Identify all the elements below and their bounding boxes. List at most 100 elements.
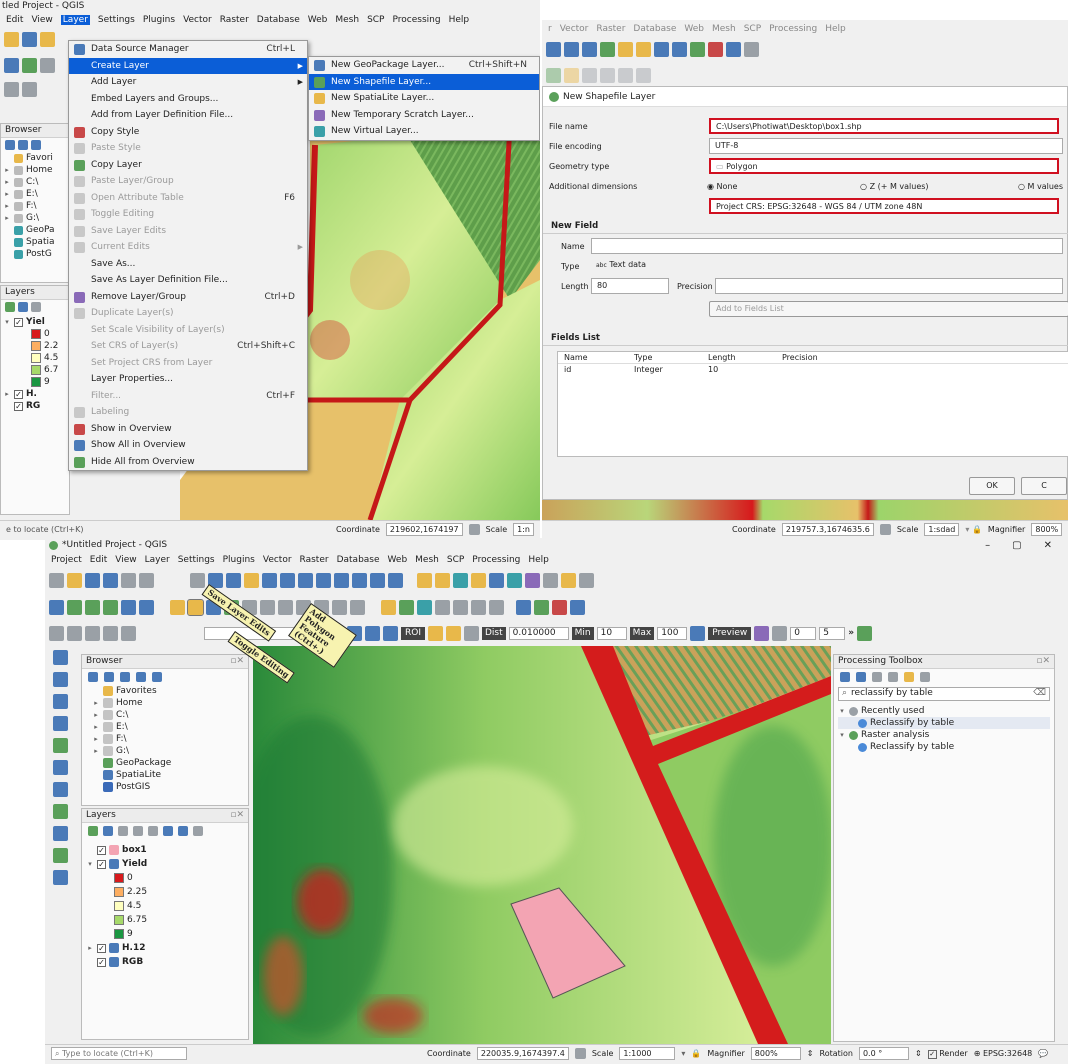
- scp-zoom-3-icon[interactable]: [383, 625, 398, 641]
- remove-layer-icon[interactable]: [193, 826, 203, 836]
- plugin-icon[interactable]: [552, 599, 567, 615]
- menu-item-save-as[interactable]: Save As...: [69, 256, 307, 273]
- collapse-all-icon[interactable]: [136, 672, 146, 682]
- column-header-type[interactable]: Type: [628, 352, 702, 363]
- menu-vector[interactable]: Vector: [263, 555, 292, 565]
- dist-input[interactable]: 0.010000: [508, 626, 569, 640]
- extents-icon[interactable]: [574, 1048, 586, 1059]
- menu-item-add-layer[interactable]: Add Layer ▶: [69, 74, 307, 91]
- scale-field[interactable]: 1:1000: [619, 1047, 676, 1060]
- dim-m-radio[interactable]: ○ M values: [1018, 182, 1063, 191]
- add-raster-icon[interactable]: [85, 599, 100, 615]
- processing-item-recently-used[interactable]: ▾ Recently used: [838, 705, 1050, 717]
- extents-icon[interactable]: [879, 524, 891, 535]
- pin-label-icon[interactable]: [417, 599, 432, 615]
- layer-rgb[interactable]: ✓ RGB: [86, 955, 244, 969]
- select-feature-icon[interactable]: [435, 572, 450, 588]
- new-icon[interactable]: [40, 31, 55, 47]
- style-icon[interactable]: [5, 302, 15, 312]
- scp-roi-tool-icon[interactable]: [428, 625, 443, 641]
- menu-scp[interactable]: SCP: [744, 24, 761, 34]
- add-postgis-icon[interactable]: [121, 599, 136, 615]
- add-delimited-text-icon[interactable]: [52, 716, 68, 731]
- cut-features-icon[interactable]: [278, 599, 293, 615]
- coordinate-field[interactable]: 220035.9,1674397.4: [476, 1047, 569, 1060]
- browser-item[interactable]: ▸ G:\: [3, 212, 69, 224]
- sum-icon[interactable]: [525, 572, 540, 588]
- rotation-field[interactable]: 0.0 °: [858, 1047, 909, 1060]
- menu-help[interactable]: Help: [528, 555, 549, 565]
- field-type-select[interactable]: abc Text data: [591, 258, 1063, 274]
- scp-field-1[interactable]: 0: [790, 626, 817, 640]
- show-hide-label-icon[interactable]: [435, 599, 450, 615]
- add-wfs-layer-icon[interactable]: [52, 826, 68, 841]
- browser-item[interactable]: Spatia: [3, 236, 69, 248]
- chevron-down-icon[interactable]: ▾: [838, 729, 846, 741]
- browser-item-favorites[interactable]: Favorites: [92, 685, 248, 697]
- menu-database[interactable]: Database: [257, 15, 300, 25]
- menu-web[interactable]: Web: [388, 555, 408, 565]
- print-layout-icon[interactable]: [121, 572, 136, 588]
- locate-input[interactable]: e to locate (Ctrl+K): [6, 525, 140, 534]
- layer-box1[interactable]: ✓ box1: [86, 843, 244, 857]
- edit-features-icon[interactable]: [904, 672, 914, 682]
- menu-item-copy-layer[interactable]: Copy Layer: [69, 157, 307, 174]
- table-row[interactable]: id Integer 10: [558, 364, 1068, 376]
- menu-raster[interactable]: Raster: [220, 15, 249, 25]
- menu-view[interactable]: View: [115, 555, 136, 565]
- extents-icon[interactable]: [468, 524, 480, 535]
- menu-help[interactable]: Help: [825, 24, 846, 34]
- layer-h[interactable]: ▸ ✓ H.: [3, 388, 67, 400]
- processing-item-raster-analysis[interactable]: ▾ Raster analysis: [838, 729, 1050, 741]
- current-edits-icon[interactable]: [170, 599, 185, 615]
- menu-edit[interactable]: Edit: [90, 555, 107, 565]
- scale-dropdown-icon[interactable]: ▾: [681, 1049, 685, 1058]
- move-label-icon[interactable]: [453, 599, 468, 615]
- menu-plugins[interactable]: Plugins: [223, 555, 255, 565]
- zoom-last-icon[interactable]: [316, 572, 331, 588]
- menu-item-add-from-layer-definition-file[interactable]: Add from Layer Definition File...: [69, 107, 307, 124]
- new-map-view-icon[interactable]: [370, 572, 385, 588]
- browser-item-geopackage[interactable]: GeoPackage: [92, 757, 248, 769]
- browser-item[interactable]: ▸ Home: [3, 164, 69, 176]
- menu-vector[interactable]: Vector: [560, 24, 589, 34]
- scp-plus-icon[interactable]: [446, 625, 461, 641]
- save-icon[interactable]: [22, 31, 37, 47]
- refresh-icon[interactable]: [388, 572, 403, 588]
- digitize-icon[interactable]: [40, 57, 55, 73]
- menu-item-hide-all-from-overview[interactable]: Hide All from Overview: [69, 454, 307, 471]
- menu-item-new-virtual-layer[interactable]: New Virtual Layer...: [309, 123, 539, 140]
- zoom-layer-icon[interactable]: [280, 572, 295, 588]
- checkbox[interactable]: ✓: [97, 845, 106, 855]
- checkbox[interactable]: ✓: [97, 943, 106, 953]
- browser-item-g[interactable]: ▸ G:\: [92, 745, 248, 757]
- label-layer-icon[interactable]: [399, 599, 414, 615]
- menu-item-copy-style[interactable]: Copy Style: [69, 124, 307, 141]
- browser-item-c[interactable]: ▸ C:\: [92, 709, 248, 721]
- browser-item-e[interactable]: ▸ E:\: [92, 721, 248, 733]
- toolbar-overflow-icon[interactable]: »: [848, 628, 854, 638]
- add-wcs-layer-icon[interactable]: [52, 804, 68, 819]
- lock-icon[interactable]: ▾ 🔒: [965, 525, 982, 534]
- add-wms-layer-icon[interactable]: [52, 782, 68, 797]
- close-icon[interactable]: ✕: [1044, 540, 1052, 551]
- map-canvas[interactable]: [253, 646, 831, 1044]
- scp-circle-icon[interactable]: [772, 625, 788, 641]
- menu-plugins[interactable]: Plugins: [143, 15, 175, 25]
- scripts-icon[interactable]: [856, 672, 866, 682]
- results-icon[interactable]: [888, 672, 898, 682]
- open-project-icon[interactable]: [67, 572, 82, 588]
- dock-close-icon[interactable]: ▫✕: [230, 810, 244, 821]
- ok-button[interactable]: OK: [969, 477, 1015, 495]
- length-input[interactable]: 80: [591, 278, 669, 294]
- magnifier-field[interactable]: 800%: [750, 1047, 801, 1060]
- field-name-input[interactable]: [591, 238, 1063, 254]
- scp-field-2[interactable]: 5: [819, 626, 846, 640]
- menu-item-new-spatialite-layer[interactable]: New SpatiaLite Layer...: [309, 90, 539, 107]
- menu-project[interactable]: Project: [51, 555, 82, 565]
- add-delimited-icon[interactable]: [103, 599, 118, 615]
- coordinate-field[interactable]: 219602,1674197: [385, 523, 463, 536]
- zoom-full-icon[interactable]: [244, 572, 259, 588]
- open-folder-icon[interactable]: [4, 31, 19, 47]
- menu-edit[interactable]: Edit: [6, 15, 23, 25]
